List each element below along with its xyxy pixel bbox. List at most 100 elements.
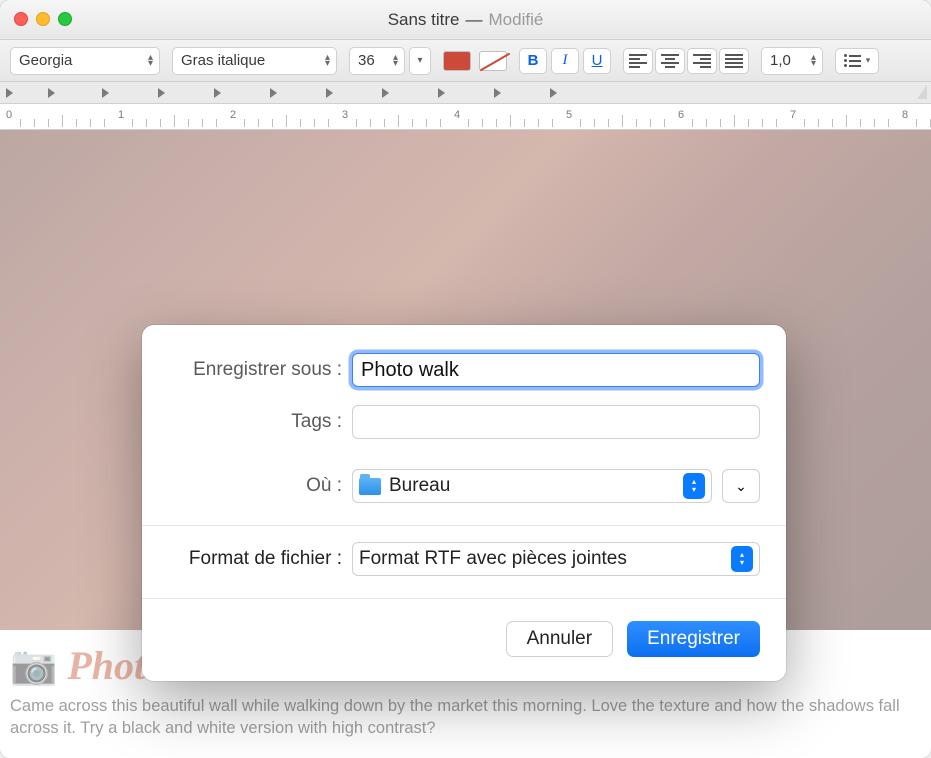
ruler-tick bbox=[412, 119, 413, 127]
ruler-number: 4 bbox=[454, 109, 460, 121]
ruler-number: 2 bbox=[230, 109, 236, 121]
underline-button[interactable]: U bbox=[583, 48, 611, 74]
ruler-tick bbox=[776, 119, 777, 127]
file-format-select[interactable]: Format RTF avec pièces jointes ▴▾ bbox=[352, 542, 760, 576]
ruler-tick bbox=[90, 119, 91, 127]
ruler-tick bbox=[580, 119, 581, 127]
ruler-tick bbox=[748, 119, 749, 127]
ruler-number: 1 bbox=[118, 109, 124, 121]
ruler-tick bbox=[132, 119, 133, 127]
ruler-tick bbox=[426, 119, 427, 127]
chevron-updown-icon: ▴▾ bbox=[393, 55, 398, 67]
file-format-value: Format RTF avec pièces jointes bbox=[359, 548, 731, 570]
font-family-value: Georgia bbox=[19, 52, 72, 69]
chevron-down-icon: ▾ bbox=[417, 55, 422, 66]
ruler-tick bbox=[258, 119, 259, 127]
tabstop-marker[interactable] bbox=[438, 88, 445, 98]
ruler-tick bbox=[832, 119, 833, 127]
where-value: Bureau bbox=[389, 475, 683, 497]
ruler-tick bbox=[510, 115, 511, 127]
ruler-tick bbox=[846, 115, 847, 127]
cancel-button[interactable]: Annuler bbox=[506, 621, 614, 657]
ruler-number: 5 bbox=[566, 109, 572, 121]
tags-label: Tags : bbox=[168, 411, 352, 433]
highlight-color-swatch[interactable] bbox=[479, 51, 507, 71]
ruler-tick bbox=[174, 115, 175, 127]
ruler-tick bbox=[706, 119, 707, 127]
ruler-tick bbox=[104, 119, 105, 127]
where-select[interactable]: Bureau ▴▾ bbox=[352, 469, 712, 503]
align-center-button[interactable] bbox=[655, 48, 685, 74]
tabstop-marker[interactable] bbox=[102, 88, 109, 98]
ruler-tick bbox=[804, 119, 805, 127]
ruler-tick bbox=[146, 119, 147, 127]
ruler-number: 6 bbox=[678, 109, 684, 121]
chevron-down-icon: ⌄ bbox=[735, 478, 747, 495]
minimize-window-button[interactable] bbox=[36, 12, 50, 26]
line-spacing-value: 1,0 bbox=[770, 52, 791, 69]
font-size-value: 36 bbox=[358, 52, 375, 69]
line-spacing-group: 1,0 ▴▾ bbox=[761, 47, 823, 75]
ruler-tick bbox=[608, 119, 609, 127]
ruler[interactable]: 012345678 bbox=[0, 104, 931, 130]
ruler-tick bbox=[48, 119, 49, 127]
save-sheet: Enregistrer sous : Tags : Où : Bureau ▴▾… bbox=[142, 325, 786, 681]
ruler-tick bbox=[482, 119, 483, 127]
tabstop-marker[interactable] bbox=[550, 88, 557, 98]
chevron-updown-icon: ▴▾ bbox=[148, 55, 153, 67]
format-toolbar: Georgia ▴▾ Gras italique ▴▾ 36 ▴▾ ▾ B I … bbox=[0, 40, 931, 82]
font-size-select[interactable]: 36 ▴▾ bbox=[349, 47, 405, 75]
tabstop-marker[interactable] bbox=[6, 88, 13, 98]
tabstop-marker[interactable] bbox=[214, 88, 221, 98]
ruler-tick bbox=[160, 119, 161, 127]
ruler-tick bbox=[216, 119, 217, 127]
align-left-button[interactable] bbox=[623, 48, 653, 74]
save-as-input[interactable] bbox=[352, 353, 760, 387]
tabstop-marker[interactable] bbox=[48, 88, 55, 98]
textedit-window: Sans titre — Modifié Georgia ▴▾ Gras ita… bbox=[0, 0, 931, 758]
tabstop-marker[interactable] bbox=[494, 88, 501, 98]
ruler-number: 0 bbox=[6, 109, 12, 121]
ruler-tick bbox=[34, 119, 35, 127]
ruler-tick bbox=[594, 119, 595, 127]
font-size-dropdown[interactable]: ▾ bbox=[409, 47, 431, 75]
traffic-lights bbox=[14, 12, 72, 26]
bold-button[interactable]: B bbox=[519, 48, 547, 74]
italic-button[interactable]: I bbox=[551, 48, 579, 74]
close-window-button[interactable] bbox=[14, 12, 28, 26]
align-right-button[interactable] bbox=[687, 48, 717, 74]
ruler-tick bbox=[370, 119, 371, 127]
tabstop-marker[interactable] bbox=[326, 88, 333, 98]
ruler-tick bbox=[314, 119, 315, 127]
font-family-select[interactable]: Georgia ▴▾ bbox=[10, 47, 160, 75]
ruler-number: 3 bbox=[342, 109, 348, 121]
list-style-button[interactable]: ▾ bbox=[835, 48, 879, 74]
tab-stop-strip[interactable] bbox=[0, 82, 931, 104]
tags-input[interactable] bbox=[352, 405, 760, 439]
ruler-tick bbox=[328, 119, 329, 127]
ruler-tick bbox=[650, 119, 651, 127]
document-title: Sans titre bbox=[388, 10, 460, 30]
font-style-select[interactable]: Gras italique ▴▾ bbox=[172, 47, 337, 75]
ruler-tick bbox=[762, 119, 763, 127]
text-align-group bbox=[623, 48, 749, 74]
text-color-swatch[interactable] bbox=[443, 51, 471, 71]
tabstop-marker[interactable] bbox=[270, 88, 277, 98]
ruler-tick bbox=[440, 119, 441, 127]
save-button[interactable]: Enregistrer bbox=[627, 621, 760, 657]
zoom-window-button[interactable] bbox=[58, 12, 72, 26]
expand-sheet-button[interactable]: ⌄ bbox=[722, 469, 760, 503]
ruler-tick bbox=[874, 119, 875, 127]
align-justify-button[interactable] bbox=[719, 48, 749, 74]
ruler-tick bbox=[538, 119, 539, 127]
tabstop-marker[interactable] bbox=[158, 88, 165, 98]
file-format-label: Format de fichier : bbox=[168, 548, 352, 570]
ruler-tick bbox=[664, 119, 665, 127]
ruler-tick bbox=[524, 119, 525, 127]
tabstop-marker[interactable] bbox=[382, 88, 389, 98]
document-area: 📷 Photo walk Came across this beautiful … bbox=[0, 130, 931, 758]
modified-indicator: Modifié bbox=[489, 10, 544, 30]
font-style-value: Gras italique bbox=[181, 52, 265, 69]
ruler-tick bbox=[818, 119, 819, 127]
line-spacing-select[interactable]: 1,0 ▴▾ bbox=[761, 47, 823, 75]
